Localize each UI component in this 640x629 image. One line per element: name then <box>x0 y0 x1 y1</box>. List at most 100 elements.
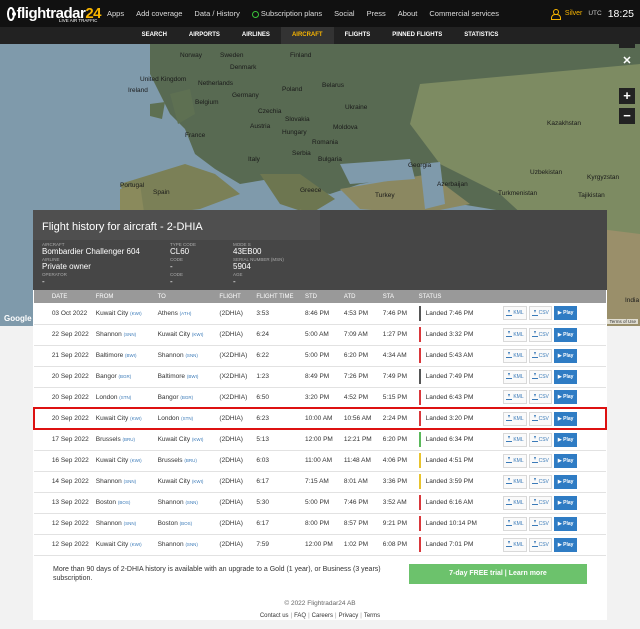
nav-apps[interactable]: Apps <box>107 9 124 18</box>
footer-privacy-link[interactable]: Privacy <box>339 613 359 619</box>
from-code[interactable]: (BWI) <box>125 353 137 358</box>
to-code[interactable]: (SNN) <box>185 353 198 358</box>
kml-download-button[interactable]: KML <box>503 516 527 531</box>
row-to[interactable]: Shannon (SNN) <box>153 345 216 367</box>
row-to[interactable]: Baltimore (BWI) <box>153 366 216 388</box>
row-from[interactable]: Bangor (BGR) <box>91 366 154 388</box>
table-row[interactable]: 21 Sep 2022 Baltimore (BWI) Shannon (SNN)(… <box>34 345 606 367</box>
csv-download-button[interactable]: CSV <box>528 537 552 552</box>
to-code[interactable]: (ATH) <box>180 311 192 316</box>
play-button[interactable]: ▶ Play <box>553 453 578 468</box>
csv-download-button[interactable]: CSV <box>528 390 552 405</box>
to-code[interactable]: (BWI) <box>187 374 199 379</box>
kml-download-button[interactable]: KML <box>503 474 527 489</box>
nav-press[interactable]: Press <box>367 9 386 18</box>
free-trial-button[interactable]: 7-day FREE trial | Learn more <box>409 564 587 584</box>
kml-download-button[interactable]: KML <box>503 537 527 552</box>
tab-pinned-flights[interactable]: PINNED FLIGHTS <box>381 27 453 44</box>
kml-download-button[interactable]: KML <box>503 411 527 426</box>
play-button[interactable]: ▶ Play <box>553 474 578 489</box>
csv-download-button[interactable]: CSV <box>528 516 552 531</box>
kml-download-button[interactable]: KML <box>503 369 527 384</box>
row-to[interactable]: Kuwait City (KWI) <box>153 471 216 493</box>
nav-data-history[interactable]: Data / History <box>194 9 239 18</box>
play-button[interactable]: ▶ Play <box>553 327 578 342</box>
brand-logo[interactable]: flightradar24 LIVE AIR TRAFFIC <box>7 0 101 27</box>
nav-social[interactable]: Social <box>334 9 354 18</box>
to-code[interactable]: (BRU) <box>184 458 197 463</box>
table-row[interactable]: 14 Sep 2022 Shannon (SNN) Kuwait City (KWI… <box>34 471 606 493</box>
from-code[interactable]: (SNN) <box>124 479 137 484</box>
row-from[interactable]: Shannon (SNN) <box>91 471 154 493</box>
to-code[interactable]: (KWI) <box>192 437 204 442</box>
kml-download-button[interactable]: KML <box>503 306 527 321</box>
kml-download-button[interactable]: KML <box>503 348 527 363</box>
to-code[interactable]: (BOS) <box>180 521 193 526</box>
from-code[interactable]: (SNN) <box>124 332 137 337</box>
account-tier[interactable]: Silver <box>565 10 583 17</box>
row-to[interactable]: Athens (ATH) <box>153 303 216 325</box>
tab-search[interactable]: SEARCH <box>131 27 178 44</box>
table-row[interactable]: 03 Oct 2022 Kuwait City (KWI) Athens (ATH)… <box>34 303 606 325</box>
row-to[interactable]: Bangor (BGR) <box>153 387 216 409</box>
row-to[interactable]: Shannon (SNN) <box>153 534 216 556</box>
play-button[interactable]: ▶ Play <box>553 390 578 405</box>
table-row[interactable]: 12 Sep 2022 Kuwait City (KWI) Shannon (SNN… <box>34 534 606 556</box>
settings-icon[interactable]: ⚙ <box>619 44 635 48</box>
row-to[interactable]: Kuwait City (KWI) <box>153 324 216 346</box>
table-row[interactable]: 20 Sep 2022 London (STN) Bangor (BGR) (X2DH… <box>34 387 606 409</box>
kml-download-button[interactable]: KML <box>503 327 527 342</box>
row-from[interactable]: Kuwait City (KWI) <box>91 303 154 325</box>
row-to[interactable]: Boston (BOS) <box>153 513 216 535</box>
kml-download-button[interactable]: KML <box>503 453 527 468</box>
nav-commercial-services[interactable]: Commercial services <box>429 9 499 18</box>
kml-download-button[interactable]: KML <box>503 495 527 510</box>
table-row[interactable]: 20 Sep 2022 Bangor (BGR) Baltimore (BWI) (X… <box>34 366 606 388</box>
play-button[interactable]: ▶ Play <box>553 495 578 510</box>
tab-aircraft[interactable]: AIRCRAFT <box>280 27 334 44</box>
footer-faq-link[interactable]: FAQ <box>294 613 306 619</box>
from-code[interactable]: (BRU) <box>123 437 136 442</box>
user-icon[interactable] <box>550 9 561 20</box>
to-code[interactable]: (KWI) <box>192 332 204 337</box>
row-from[interactable]: Kuwait City (KWI) <box>91 450 154 472</box>
tab-flights[interactable]: FLIGHTS <box>334 27 382 44</box>
footer-careers-link[interactable]: Careers <box>312 613 333 619</box>
play-button[interactable]: ▶ Play <box>553 537 578 552</box>
table-row[interactable]: 17 Sep 2022 Brussels (BRU) Kuwait City (KW… <box>34 429 606 451</box>
from-code[interactable]: (BOS) <box>118 500 131 505</box>
from-code[interactable]: (KWI) <box>130 416 142 421</box>
from-code[interactable]: (KWI) <box>130 458 142 463</box>
from-code[interactable]: (KWI) <box>130 311 142 316</box>
to-code[interactable]: (SNN) <box>185 542 198 547</box>
csv-download-button[interactable]: CSV <box>528 474 552 489</box>
table-row[interactable]: 20 Sep 2022 Kuwait City (KWI) London (STN)… <box>33 407 607 430</box>
zoom-in-button[interactable]: + <box>619 88 635 104</box>
csv-download-button[interactable]: CSV <box>528 327 552 342</box>
nav-add-coverage[interactable]: Add coverage <box>136 9 182 18</box>
play-button[interactable]: ▶ Play <box>553 348 578 363</box>
csv-download-button[interactable]: CSV <box>528 411 552 426</box>
close-icon[interactable]: ✕ <box>619 54 635 70</box>
to-code[interactable]: (BGR) <box>180 395 193 400</box>
row-from[interactable]: London (STN) <box>91 387 154 409</box>
row-to[interactable]: Shannon (SNN) <box>153 492 216 514</box>
csv-download-button[interactable]: CSV <box>528 432 552 447</box>
from-code[interactable]: (SNN) <box>124 521 137 526</box>
csv-download-button[interactable]: CSV <box>528 369 552 384</box>
table-row[interactable]: 12 Sep 2022 Shannon (SNN) Boston (BOS) (2DH… <box>34 513 606 535</box>
row-from[interactable]: Baltimore (BWI) <box>91 345 154 367</box>
zoom-out-button[interactable]: − <box>619 108 635 124</box>
row-from[interactable]: Kuwait City (KWI) <box>91 407 154 430</box>
kml-download-button[interactable]: KML <box>503 432 527 447</box>
tab-airports[interactable]: AIRPORTS <box>178 27 231 44</box>
map-terms-link[interactable]: Terms of Use <box>607 319 638 324</box>
csv-download-button[interactable]: CSV <box>528 306 552 321</box>
play-button[interactable]: ▶ Play <box>553 516 578 531</box>
nav-subscription-plans[interactable]: Subscription plans <box>251 9 322 18</box>
tab-statistics[interactable]: STATISTICS <box>453 27 509 44</box>
footer-terms-link[interactable]: Terms <box>364 613 380 619</box>
nav-about[interactable]: About <box>398 9 418 18</box>
row-from[interactable]: Brussels (BRU) <box>91 429 154 451</box>
tab-airlines[interactable]: AIRLINES <box>231 27 281 44</box>
